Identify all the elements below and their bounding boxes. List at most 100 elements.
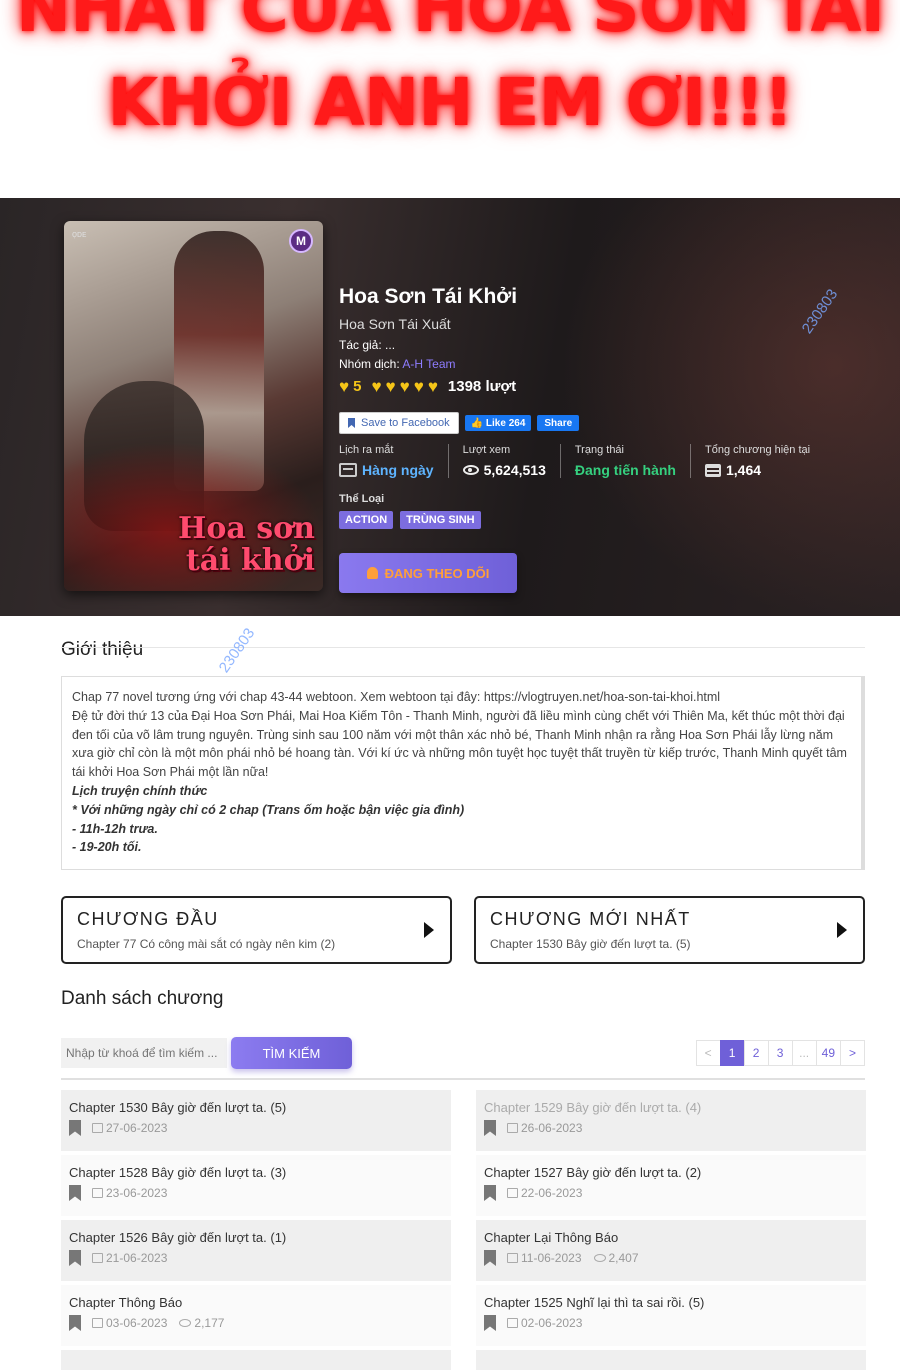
latest-chapter-heading: CHƯƠNG MỚI NHẤT [490, 909, 691, 929]
bookmark-icon[interactable] [484, 1120, 496, 1136]
chapter-views: 2,177 [194, 1316, 225, 1330]
cover-image[interactable]: ọᴅᴇ M Hoa sơn tái khởi [64, 221, 323, 591]
chapter-item[interactable]: Chapter Lại Thông Báo 11-06-2023 2,407 [476, 1220, 866, 1281]
watermark: 230803 [215, 625, 259, 676]
chapter-item[interactable]: Chapter 1526 Bây giờ đến lượt ta. (1) 21… [61, 1220, 451, 1281]
calendar-icon [507, 1318, 518, 1328]
chapter-views: 2,407 [608, 1251, 639, 1265]
pagination-ellipsis: ... [791, 1040, 817, 1066]
intro-schedule-note: * Với những ngày chỉ có 2 chap (Trans ốm… [72, 802, 465, 817]
chapter-item[interactable]: Chapter 1525 Nghĩ lại thì ta sai rồi. (5… [476, 1285, 866, 1346]
cover-title-line1: Hoa sơn [178, 511, 315, 546]
chapter-date: 22-06-2023 [521, 1186, 583, 1200]
chapter-item[interactable]: Chapter 1530 Bây giờ đến lượt ta. (5) 27… [61, 1090, 451, 1151]
manga-alt-title: Hoa Sơn Tái Xuất [339, 316, 451, 332]
play-arrow-icon [837, 922, 847, 938]
bookmark-icon[interactable] [69, 1315, 81, 1331]
stat-chapters-label: Tổng chương hiện tại [705, 444, 811, 456]
eye-icon [593, 1254, 606, 1262]
chapter-name: Chapter 1527 Bây giờ đến lượt ta. (2) [484, 1165, 702, 1180]
chapter-item[interactable]: Chapter 1527 Bây giờ đến lượt ta. (2) 22… [476, 1155, 866, 1216]
bookmark-icon[interactable] [69, 1120, 81, 1136]
calendar-icon [92, 1253, 103, 1263]
stat-release-label: Lịch ra mắt [339, 444, 394, 456]
author-line: Tác giả: ... [339, 338, 396, 352]
chapter-item[interactable]: Chapter 1528 Bây giờ đến lượt ta. (3) 23… [61, 1155, 451, 1216]
bookmark-icon[interactable] [484, 1250, 496, 1266]
save-to-facebook-button[interactable]: Save to Facebook [339, 412, 459, 434]
pagination-page-2[interactable]: 2 [743, 1040, 769, 1066]
bookmark-icon[interactable] [484, 1315, 496, 1331]
translator-link[interactable]: A-H Team [402, 357, 455, 371]
facebook-like-button[interactable]: 👍 Like 264 [464, 415, 532, 431]
follow-button[interactable]: ĐANG THEO DÕI [339, 553, 517, 593]
bookmark-icon[interactable] [69, 1185, 81, 1201]
latest-chapter-button[interactable]: CHƯƠNG MỚI NHẤT Chapter 1530 Bây giờ đến… [474, 896, 865, 964]
search-button[interactable]: TÌM KIẾM [231, 1037, 352, 1069]
intro-schedule-evening: - 19-20h tối. [72, 840, 142, 855]
chapter-name: Chapter 1530 Bây giờ đến lượt ta. (5) [69, 1100, 287, 1115]
bell-icon [366, 567, 378, 579]
stat-status: Trạng thái Đang tiến hành [575, 444, 691, 478]
chapter-item[interactable] [476, 1350, 866, 1370]
bookmark-icon[interactable] [69, 1250, 81, 1266]
chapter-date: 02-06-2023 [521, 1316, 583, 1330]
pagination-next[interactable]: > [840, 1040, 865, 1066]
stat-release-value: Hàng ngày [339, 462, 434, 478]
calendar-icon [92, 1318, 103, 1328]
facebook-share-button[interactable]: Share [537, 415, 580, 431]
first-chapter-button[interactable]: CHƯƠNG ĐẦU Chapter 77 Có công mài sắt có… [61, 896, 452, 964]
heart-icon[interactable]: ♥ [428, 378, 438, 395]
chapter-list-divider [61, 1078, 865, 1080]
heart-icon[interactable]: ♥ [414, 378, 424, 395]
chapter-item[interactable] [61, 1350, 451, 1370]
chapter-name: Chapter 1528 Bây giờ đến lượt ta. (3) [69, 1165, 287, 1180]
heart-icon[interactable]: ♥ [371, 378, 381, 395]
pagination-page-1[interactable]: 1 [719, 1040, 745, 1066]
calendar-icon [339, 463, 357, 477]
chapter-name: Chapter 1526 Bây giờ đến lượt ta. (1) [69, 1230, 287, 1245]
intro-paragraph-2: Đệ tử đời thứ 13 của Đại Hoa Sơn Phái, M… [72, 708, 847, 780]
chapter-meta: 03-06-2023 2,177 [69, 1315, 443, 1331]
cover-title-art: Hoa sơn tái khởi [178, 513, 315, 577]
latest-chapter-name: Chapter 1530 Bây giờ đến lượt ta. (5) [490, 937, 691, 951]
social-buttons: Save to Facebook 👍 Like 264 Share [339, 412, 580, 434]
pagination-page-last[interactable]: 49 [815, 1040, 841, 1066]
cover-title-line2: tái khởi [185, 543, 315, 578]
save-to-facebook-label: Save to Facebook [361, 417, 450, 429]
chapter-date: 21-06-2023 [106, 1251, 168, 1265]
chapters-value-text: 1,464 [726, 462, 762, 478]
chapter-meta: 21-06-2023 [69, 1250, 443, 1266]
release-value-text: Hàng ngày [362, 462, 434, 478]
chapter-meta: 02-06-2023 [484, 1315, 858, 1331]
pagination: < 1 2 3 ... 49 > [695, 1040, 865, 1066]
heart-icon[interactable]: ♥ [400, 378, 410, 395]
cover-publisher-logo: ọᴅᴇ [72, 229, 87, 239]
bookmark-icon[interactable] [484, 1185, 496, 1201]
calendar-icon [507, 1188, 518, 1198]
banner-text-line2: KHỞI ANH EM ƠI!!! [107, 64, 793, 141]
rating: ♥ 5 ♥ ♥ ♥ ♥ ♥ 1398 lượt [339, 378, 516, 395]
manga-info: Hoa Sơn Tái Khởi Hoa Sơn Tái Xuất Tác gi… [339, 198, 879, 616]
genre-tag-action[interactable]: ACTION [339, 511, 394, 529]
genre-tags: ACTION TRÙNG SINH [339, 511, 481, 529]
stat-views: Lượt xem 5,624,513 [462, 444, 561, 478]
stat-chapters-value: 1,464 [705, 462, 810, 478]
chapter-date: 23-06-2023 [106, 1186, 168, 1200]
chapter-list-title: Danh sách chương [61, 988, 224, 1009]
chapter-name: Chapter 1529 Bây giờ đến lượt ta. (4) [484, 1100, 702, 1115]
pagination-page-3[interactable]: 3 [767, 1040, 793, 1066]
chapter-meta: 22-06-2023 [484, 1185, 858, 1201]
first-chapter-heading: CHƯƠNG ĐẦU [77, 909, 219, 929]
heart-icon[interactable]: ♥ [386, 378, 396, 395]
chapter-item[interactable]: Chapter 1529 Bây giờ đến lượt ta. (4) 26… [476, 1090, 866, 1151]
chapter-search-input[interactable] [61, 1038, 227, 1068]
rating-score: 5 [353, 378, 362, 395]
chapter-date: 11-06-2023 [521, 1251, 582, 1265]
genre-tag-trung-sinh[interactable]: TRÙNG SINH [400, 511, 481, 529]
pagination-prev[interactable]: < [695, 1040, 721, 1066]
chapter-meta: 27-06-2023 [69, 1120, 443, 1136]
chapter-item[interactable]: Chapter Thông Báo 03-06-2023 2,177 [61, 1285, 451, 1346]
views-value-text: 5,624,513 [483, 462, 546, 478]
stat-views-value: 5,624,513 [462, 462, 546, 478]
